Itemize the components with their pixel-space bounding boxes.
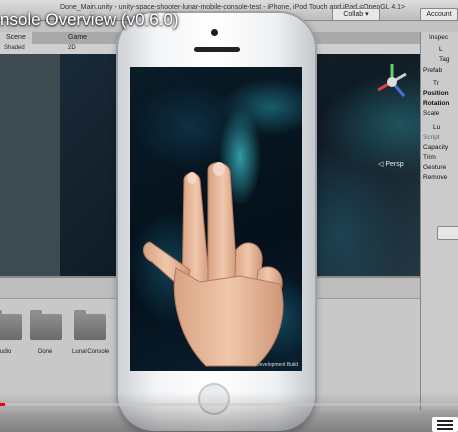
video-progress-bar[interactable] <box>0 403 458 406</box>
player-bottom-gradient <box>0 392 458 432</box>
two-finger-hand <box>143 162 284 367</box>
menu-list-icon[interactable] <box>432 417 458 432</box>
video-title: nsole Overview (v0.6.0) <box>0 10 179 29</box>
video-progress-played <box>0 403 5 406</box>
